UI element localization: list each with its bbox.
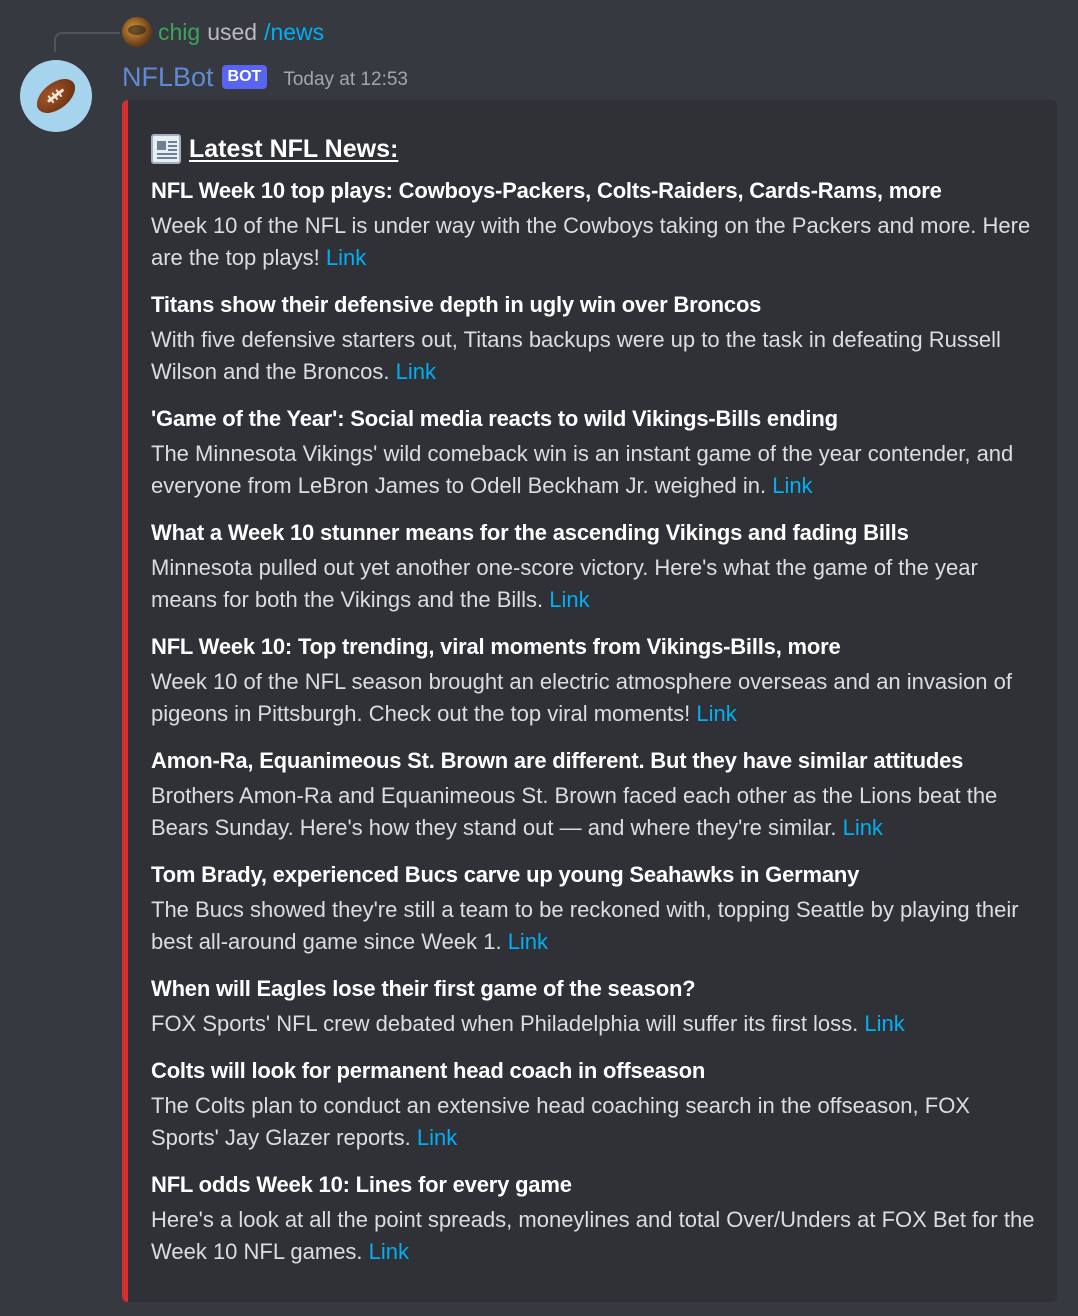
- bot-username[interactable]: NFLBot: [122, 62, 214, 93]
- news-item-title: NFL Week 10: Top trending, viral moments…: [151, 634, 841, 659]
- bot-badge: BOT: [221, 65, 268, 89]
- news-item-link[interactable]: Link: [508, 929, 548, 954]
- news-item: When will Eagles lose their first game o…: [151, 974, 1035, 1040]
- news-item-body: The Minnesota Vikings' wild comeback win…: [151, 438, 1041, 502]
- news-item-title: NFL Week 10 top plays: Cowboys-Packers, …: [151, 178, 942, 203]
- command-name[interactable]: /news: [264, 19, 324, 46]
- news-item-title: When will Eagles lose their first game o…: [151, 976, 696, 1001]
- news-item-link[interactable]: Link: [864, 1011, 904, 1036]
- news-item-description: Week 10 of the NFL season brought an ele…: [151, 669, 1012, 726]
- news-item-title: Tom Brady, experienced Bucs carve up you…: [151, 862, 860, 887]
- news-item-body: Week 10 of the NFL season brought an ele…: [151, 666, 1041, 730]
- news-item: Tom Brady, experienced Bucs carve up you…: [151, 860, 1035, 958]
- news-item-link[interactable]: Link: [843, 815, 883, 840]
- news-item-body: FOX Sports' NFL crew debated when Philad…: [151, 1008, 1041, 1040]
- news-item-description: FOX Sports' NFL crew debated when Philad…: [151, 1011, 859, 1036]
- news-item-description: Week 10 of the NFL is under way with the…: [151, 213, 1031, 270]
- news-item-link[interactable]: Link: [417, 1125, 457, 1150]
- newspaper-icon: [151, 134, 181, 164]
- news-item-title: 'Game of the Year': Social media reacts …: [151, 406, 838, 431]
- news-item-description: Here's a look at all the point spreads, …: [151, 1207, 1035, 1264]
- news-item: 'Game of the Year': Social media reacts …: [151, 404, 1035, 502]
- news-item-title: NFL odds Week 10: Lines for every game: [151, 1172, 572, 1197]
- news-item: What a Week 10 stunner means for the asc…: [151, 518, 1035, 616]
- news-item: NFL Week 10: Top trending, viral moments…: [151, 632, 1035, 730]
- news-item-link[interactable]: Link: [549, 587, 589, 612]
- news-item-description: With five defensive starters out, Titans…: [151, 327, 1001, 384]
- news-item-body: Minnesota pulled out yet another one-sco…: [151, 552, 1041, 616]
- bot-avatar[interactable]: [20, 60, 92, 132]
- news-item-link[interactable]: Link: [326, 245, 366, 270]
- news-item: NFL Week 10 top plays: Cowboys-Packers, …: [151, 176, 1035, 274]
- news-item-body: Week 10 of the NFL is under way with the…: [151, 210, 1041, 274]
- news-item-link[interactable]: Link: [369, 1239, 409, 1264]
- news-item-body: With five defensive starters out, Titans…: [151, 324, 1041, 388]
- news-embed: Latest NFL News: NFL Week 10 top plays: …: [122, 100, 1057, 1302]
- news-item-description: The Bucs showed they're still a team to …: [151, 897, 1019, 954]
- news-item: Colts will look for permanent head coach…: [151, 1056, 1035, 1154]
- football-icon: [30, 72, 82, 120]
- news-item-title: Amon-Ra, Equanimeous St. Brown are diffe…: [151, 748, 964, 773]
- news-item-body: Here's a look at all the point spreads, …: [151, 1204, 1041, 1268]
- news-item: Amon-Ra, Equanimeous St. Brown are diffe…: [151, 746, 1035, 844]
- message-header: NFLBot BOT Today at 12:53: [122, 58, 408, 96]
- news-item-title: What a Week 10 stunner means for the asc…: [151, 520, 909, 545]
- news-item-body: Brothers Amon-Ra and Equanimeous St. Bro…: [151, 780, 1041, 844]
- news-item-body: The Bucs showed they're still a team to …: [151, 894, 1041, 958]
- embed-title: Latest NFL News:: [151, 130, 1035, 168]
- message-timestamp[interactable]: Today at 12:53: [283, 69, 408, 91]
- command-user[interactable]: chig: [158, 19, 200, 46]
- news-item-link[interactable]: Link: [696, 701, 736, 726]
- embed-title-text: Latest NFL News:: [189, 134, 399, 163]
- news-item-link[interactable]: Link: [396, 359, 436, 384]
- news-item-body: The Colts plan to conduct an extensive h…: [151, 1090, 1041, 1154]
- command-used-label: used: [207, 18, 258, 45]
- user-avatar-small[interactable]: [122, 17, 152, 47]
- command-invocation: chig used /news: [122, 14, 324, 50]
- reply-spine: [54, 32, 120, 52]
- news-item-link[interactable]: Link: [772, 473, 812, 498]
- news-item: NFL odds Week 10: Lines for every game He…: [151, 1170, 1035, 1268]
- news-item-title: Titans show their defensive depth in ugl…: [151, 292, 762, 317]
- news-list: NFL Week 10 top plays: Cowboys-Packers, …: [151, 176, 1035, 1268]
- news-item-description: The Minnesota Vikings' wild comeback win…: [151, 441, 1014, 498]
- chat-message: chig used /news NFLBot BOT Today at 12:5…: [0, 0, 1078, 1316]
- news-item-description: The Colts plan to conduct an extensive h…: [151, 1093, 970, 1150]
- news-item-title: Colts will look for permanent head coach…: [151, 1058, 706, 1083]
- news-item: Titans show their defensive depth in ugl…: [151, 290, 1035, 388]
